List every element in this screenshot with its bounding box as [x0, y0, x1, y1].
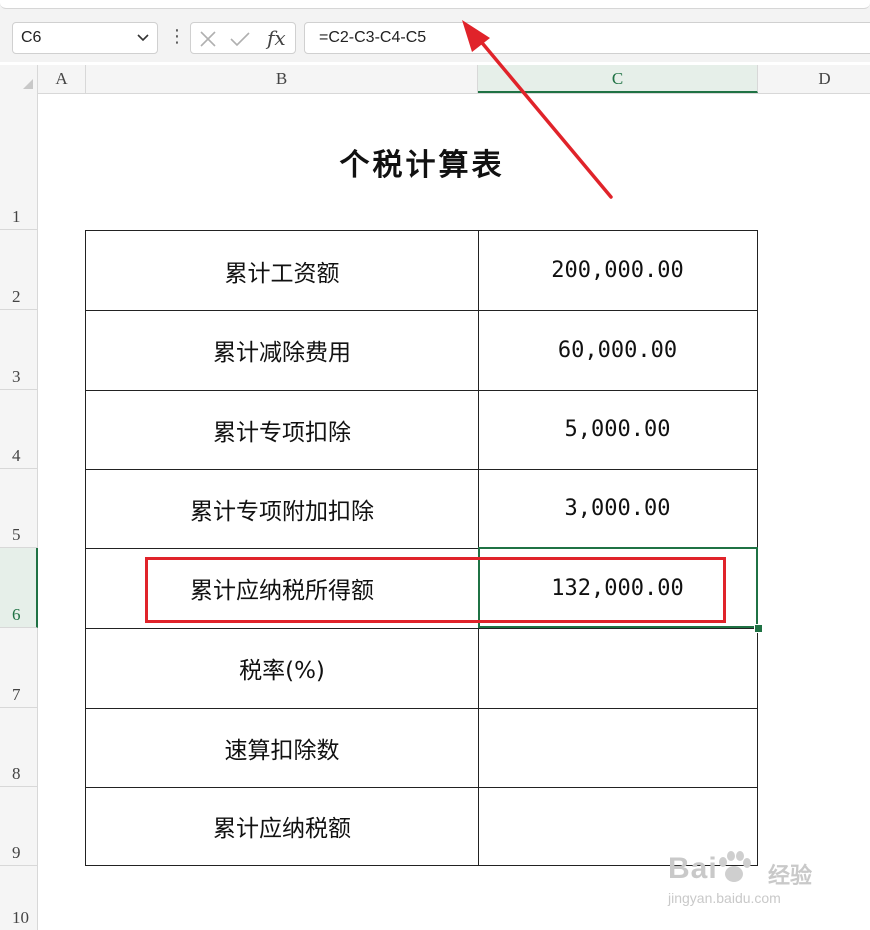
checkmark-icon[interactable] — [229, 30, 251, 48]
row-header-9[interactable]: 9 — [0, 787, 38, 866]
row-headers: 1 2 3 4 5 6 7 8 9 10 — [0, 93, 38, 930]
column-header-a[interactable]: A — [38, 65, 86, 93]
name-box-value: C6 — [21, 29, 42, 46]
highlight-box — [145, 557, 726, 623]
formula-input[interactable]: =C2-C3-C4-C5 — [304, 22, 870, 54]
row-number: 7 — [12, 685, 21, 704]
cell-c4[interactable]: 5,000.00 — [478, 390, 757, 469]
name-box[interactable]: C6 — [12, 22, 158, 54]
baidu-jingyan-watermark: Bai 经验 jingyan.baidu.com — [662, 851, 832, 912]
cell-c5[interactable]: 3,000.00 — [478, 469, 757, 548]
insert-function-button[interactable]: fx — [267, 26, 286, 50]
cell-b7[interactable]: 税率(%) — [86, 628, 478, 708]
fill-handle[interactable] — [754, 624, 763, 633]
row-header-4[interactable]: 4 — [0, 390, 38, 469]
sheet-title[interactable]: 个税计算表 — [86, 140, 758, 184]
chevron-down-icon[interactable] — [135, 29, 151, 45]
row-number: 6 — [12, 605, 21, 624]
more-options-icon[interactable]: ⋮ — [168, 26, 186, 50]
row-header-6[interactable]: 6 — [0, 548, 38, 628]
cell-c3[interactable]: 60,000.00 — [478, 310, 757, 390]
row-number: 9 — [12, 843, 21, 862]
row-number: 4 — [12, 446, 21, 465]
cell-b9[interactable]: 累计应纳税额 — [86, 787, 478, 865]
cell-b3[interactable]: 累计减除费用 — [86, 310, 478, 390]
column-header-b[interactable]: B — [86, 65, 478, 93]
cell-c7[interactable] — [478, 628, 757, 708]
cell-c8[interactable] — [478, 708, 757, 787]
window-top-edge — [0, 0, 870, 9]
row-number: 8 — [12, 764, 21, 783]
row-header-1[interactable]: 1 — [0, 93, 38, 230]
row-number: 5 — [12, 525, 21, 544]
column-header-d[interactable]: D — [758, 65, 870, 93]
row-header-5[interactable]: 5 — [0, 469, 38, 548]
column-header-c[interactable]: C — [478, 65, 758, 93]
row-header-10[interactable]: 10 — [0, 866, 38, 930]
paw-icon — [719, 851, 751, 882]
row-number: 3 — [12, 367, 21, 386]
cancel-icon[interactable] — [199, 30, 217, 48]
formula-controls: fx — [190, 22, 296, 54]
watermark-cn-text: 经验 — [768, 864, 813, 889]
formula-bar: C6 ⋮ fx =C2-C3-C4-C5 — [0, 18, 870, 62]
watermark-url: jingyan.baidu.com — [668, 890, 781, 906]
cell-c2[interactable]: 200,000.00 — [478, 231, 757, 310]
window-top-strip — [0, 0, 870, 18]
cell-b8[interactable]: 速算扣除数 — [86, 708, 478, 787]
cell-b2[interactable]: 累计工资额 — [86, 231, 478, 310]
row-number: 1 — [12, 207, 21, 226]
cell-b4[interactable]: 累计专项扣除 — [86, 390, 478, 469]
column-headers: A B C D — [0, 65, 870, 94]
row-header-2[interactable]: 2 — [0, 230, 38, 310]
select-all-triangle — [23, 79, 33, 89]
row-header-7[interactable]: 7 — [0, 628, 38, 708]
row-number: 10 — [12, 908, 29, 927]
cell-b5[interactable]: 累计专项附加扣除 — [86, 469, 478, 548]
formula-text: =C2-C3-C4-C5 — [319, 29, 427, 46]
row-header-8[interactable]: 8 — [0, 708, 38, 787]
row-number: 2 — [12, 287, 21, 306]
watermark-logo-text: Bai — [668, 852, 718, 885]
row-header-3[interactable]: 3 — [0, 310, 38, 390]
select-all-corner[interactable] — [0, 65, 38, 93]
